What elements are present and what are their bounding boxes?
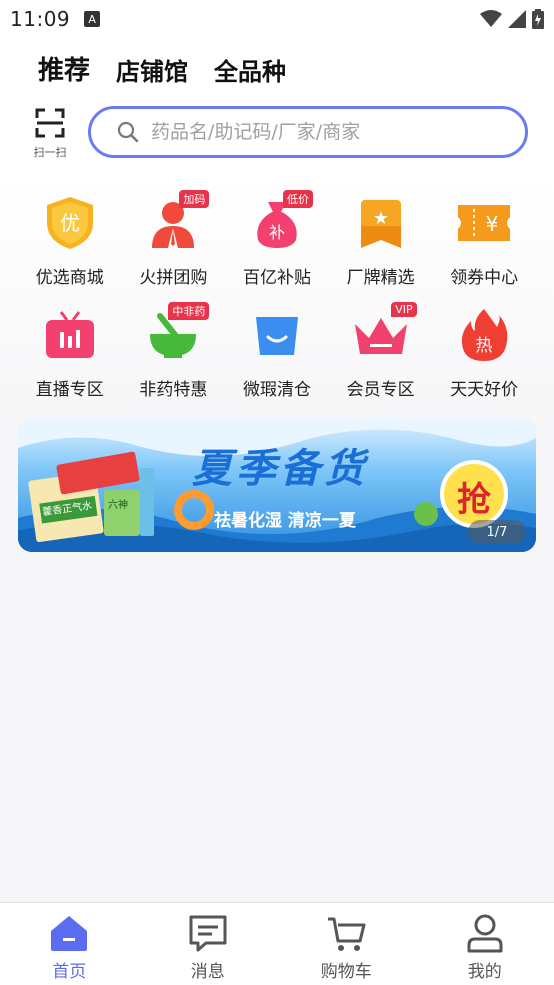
signal-icon [508,10,526,28]
shield-icon: 优 [38,192,102,253]
category-item-group-buy[interactable]: 加码 火拼团购 [122,184,226,288]
category-grid: 优 优选商城 加码 火拼团购 补 低价 百亿补贴 ★ 厂牌精选 ¥ 领券中心 直… [18,184,536,400]
shopping-bag-icon [245,304,309,365]
banner-cta[interactable]: 抢 [454,472,494,521]
top-tabs: 推荐 店铺馆 全品种 [38,50,286,89]
wifi-icon [480,10,502,27]
category-badge: 低价 [282,190,313,208]
tab-stores[interactable]: 店铺馆 [116,52,188,87]
category-item-clearance[interactable]: 微瑕清仓 [225,296,329,400]
category-badge: 加码 [179,190,210,208]
category-label: 非药特惠 [139,380,208,400]
nav-label: 消息 [190,962,225,982]
mortar-icon: 中非药 [141,302,210,365]
category-badge: 中非药 [168,302,210,320]
scan-label: 扫一扫 [33,146,67,159]
crown-icon: VIP [349,302,417,365]
nav-home[interactable]: 首页 [0,903,139,985]
scan-icon [35,108,65,138]
notification-a-icon: A [84,11,101,27]
promo-banner[interactable]: 夏季备货 祛暑化湿 清凉一夏 藿香正气水 六神 抢 1/7 [18,418,536,552]
category-item-preferred-mall[interactable]: 优 优选商城 [18,184,122,288]
money-bag-icon: 补 低价 [245,190,313,253]
star-ribbon-icon: ★ [349,192,413,253]
nav-label: 我的 [467,962,502,982]
category-label: 微瑕清仓 [242,380,311,400]
shield-icon-glyph: 优 [60,211,80,235]
category-label: 直播专区 [35,380,104,400]
nav-label: 首页 [52,962,87,982]
fire-icon: 热 [452,304,516,365]
category-badge: VIP [391,302,417,317]
nav-label: 购物车 [320,962,372,982]
user-icon [467,914,503,953]
star-ribbon-icon-glyph: ★ [373,208,389,229]
nav-cart[interactable]: 购物车 [277,903,416,985]
category-label: 厂牌精选 [346,268,415,288]
banner-title: 夏季备货 [192,446,368,492]
category-item-live[interactable]: 直播专区 [18,296,122,400]
category-item-non-drug[interactable]: 中非药 非药特惠 [122,296,226,400]
nav-messages[interactable]: 消息 [139,903,278,985]
status-time: 11:09 [10,7,71,31]
category-label: 天天好价 [450,380,519,400]
search-bar[interactable] [88,106,528,158]
coupon-icon-glyph: ¥ [486,212,499,236]
banner-pager: 1/7 [468,520,526,544]
scan-button[interactable]: 扫一扫 [28,108,72,160]
tv-icon [38,304,102,365]
category-item-coupon-center[interactable]: ¥ 领券中心 [432,184,536,288]
banner-subtitle: 祛暑化湿 清凉一夏 [214,511,356,531]
category-item-subsidy[interactable]: 补 低价 百亿补贴 [225,184,329,288]
category-label: 优选商城 [35,268,104,288]
category-label: 领券中心 [450,268,519,288]
home-icon [51,916,88,951]
status-icons [480,9,544,29]
category-area: 优 优选商城 加码 火拼团购 补 低价 百亿补贴 ★ 厂牌精选 ¥ 领券中心 直… [0,178,554,418]
money-bag-icon-glyph: 补 [269,223,285,242]
cart-icon [328,917,366,951]
search-icon [117,121,139,143]
group-buy-icon: 加码 [141,190,210,253]
bottom-nav: 首页 消息 购物车 我的 [0,902,554,985]
category-label: 会员专区 [346,380,415,400]
category-item-member[interactable]: VIP 会员专区 [329,296,433,400]
category-label: 火拼团购 [139,268,208,288]
battery-icon [532,9,544,29]
status-bar: 11:09 A [0,0,554,38]
banner-product-2: 六神 [108,500,128,511]
category-label: 百亿补贴 [242,268,311,288]
nav-profile[interactable]: 我的 [416,903,554,985]
search-input[interactable] [151,121,511,143]
tab-recommend[interactable]: 推荐 [38,50,91,89]
category-item-brand-select[interactable]: ★ 厂牌精选 [329,184,433,288]
coupon-icon: ¥ [452,192,516,253]
fire-icon-glyph: 热 [476,336,493,356]
category-item-daily-deal[interactable]: 热 天天好价 [432,296,536,400]
header: 推荐 店铺馆 全品种 扫一扫 [0,38,554,178]
tab-all-products[interactable]: 全品种 [214,52,286,87]
message-icon [189,915,227,952]
